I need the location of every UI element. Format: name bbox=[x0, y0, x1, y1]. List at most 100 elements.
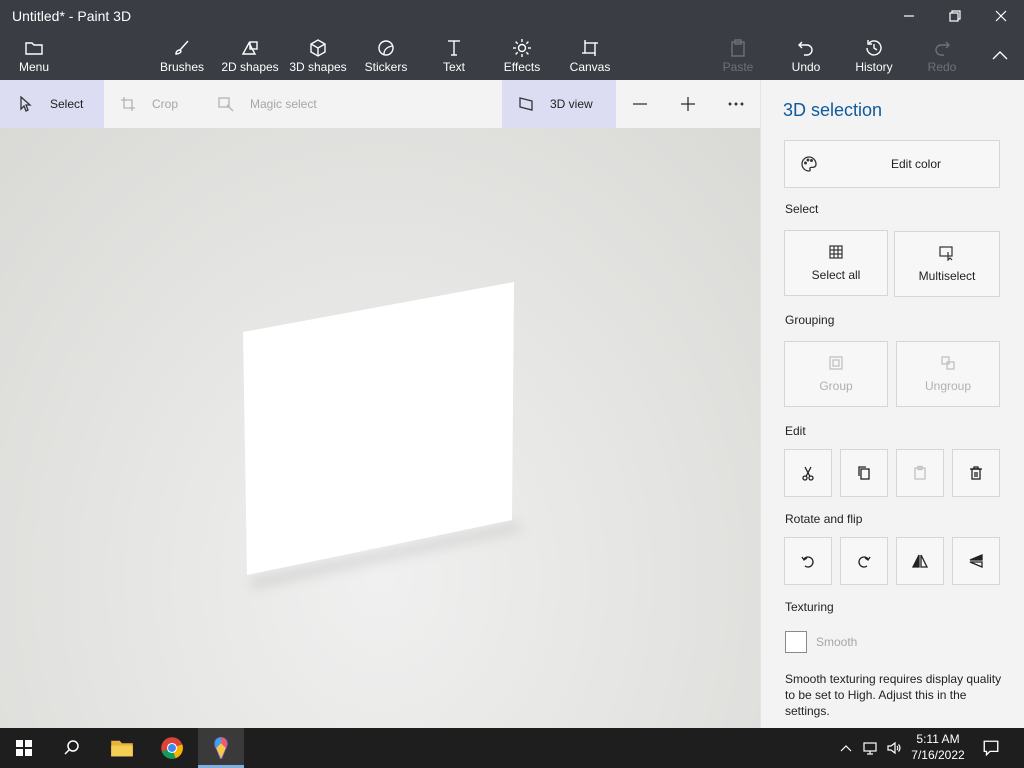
start-button[interactable] bbox=[0, 728, 48, 768]
effects-button[interactable]: Effects bbox=[500, 32, 544, 80]
edit-color-label: Edit color bbox=[890, 157, 942, 171]
toolbar: Select Crop Magic select 3D view bbox=[0, 80, 760, 128]
close-icon bbox=[995, 10, 1007, 22]
2d-shapes-button[interactable]: 2D shapes bbox=[220, 32, 280, 80]
menu-label: Menu bbox=[18, 60, 50, 74]
window-title: Untitled* - Paint 3D bbox=[12, 8, 132, 24]
scissors-icon bbox=[802, 466, 814, 481]
notification-icon bbox=[983, 740, 999, 757]
canvas-area[interactable] bbox=[0, 128, 760, 728]
rotate-flip-section-label: Rotate and flip bbox=[785, 512, 863, 526]
grouping-section-label: Grouping bbox=[785, 313, 835, 327]
network-icon bbox=[863, 742, 877, 755]
3d-view-toggle[interactable]: 3D view bbox=[502, 80, 616, 128]
flip-horizontal-button[interactable] bbox=[896, 537, 944, 585]
select-all-button[interactable]: Select all bbox=[784, 230, 888, 296]
trash-icon bbox=[970, 466, 982, 480]
magic-select-tool[interactable]: Magic select bbox=[200, 80, 340, 128]
flip-vertical-button[interactable] bbox=[952, 537, 1000, 585]
copy-icon bbox=[858, 466, 870, 480]
ungroup-label: Ungroup bbox=[924, 379, 972, 393]
text-label: Text bbox=[442, 60, 465, 74]
rotate-right-button[interactable] bbox=[840, 537, 888, 585]
cut-button[interactable] bbox=[784, 449, 832, 497]
taskbar-clock[interactable]: 5:11 AM 7/16/2022 bbox=[906, 731, 970, 763]
2d-shapes-icon bbox=[241, 41, 258, 55]
history-label: History bbox=[855, 60, 893, 74]
group-label: Group bbox=[819, 379, 853, 393]
rotate-left-button[interactable] bbox=[784, 537, 832, 585]
effects-label: Effects bbox=[503, 60, 541, 74]
smooth-texturing-note: Smooth texturing requires display qualit… bbox=[785, 672, 1002, 718]
smooth-label: Smooth bbox=[816, 635, 858, 649]
smooth-checkbox-row[interactable]: Smooth bbox=[785, 631, 857, 653]
paste-button[interactable]: Paste bbox=[716, 32, 760, 80]
edit-color-button[interactable]: Edit color bbox=[784, 140, 1000, 188]
zoom-in-button[interactable] bbox=[664, 80, 712, 128]
magic-select-label: Magic select bbox=[250, 97, 317, 111]
restore-button[interactable] bbox=[932, 0, 978, 32]
close-button[interactable] bbox=[978, 0, 1024, 32]
flip-vertical-icon bbox=[969, 554, 983, 568]
cursor-icon bbox=[20, 96, 32, 112]
3d-shapes-button[interactable]: 3D shapes bbox=[288, 32, 348, 80]
paste-icon bbox=[914, 465, 926, 480]
search-button[interactable] bbox=[48, 728, 96, 768]
action-center-button[interactable] bbox=[982, 728, 1000, 768]
texturing-section-label: Texturing bbox=[785, 600, 834, 614]
3d-plane-object[interactable] bbox=[0, 128, 760, 728]
select-tool[interactable]: Select bbox=[0, 80, 104, 128]
clock-time: 5:11 AM bbox=[916, 732, 960, 746]
paste-panel-button[interactable] bbox=[896, 449, 944, 497]
text-icon bbox=[448, 40, 460, 56]
canvas-button[interactable]: Canvas bbox=[566, 32, 614, 80]
history-icon bbox=[866, 40, 882, 56]
delete-button[interactable] bbox=[952, 449, 1000, 497]
network-tray-button[interactable] bbox=[862, 728, 878, 768]
group-button[interactable]: Group bbox=[784, 341, 888, 407]
brush-icon bbox=[175, 40, 189, 55]
stickers-button[interactable]: Stickers bbox=[362, 32, 410, 80]
crop-icon bbox=[121, 97, 135, 111]
panel-title: 3D selection bbox=[783, 100, 883, 120]
chrome-icon bbox=[161, 737, 183, 759]
menu-button[interactable]: Menu bbox=[10, 32, 58, 80]
search-icon bbox=[64, 740, 79, 755]
chrome-taskbar-button[interactable] bbox=[148, 728, 196, 768]
crop-tool[interactable]: Crop bbox=[104, 80, 200, 128]
more-options-button[interactable] bbox=[712, 80, 760, 128]
paint3d-icon bbox=[214, 737, 228, 759]
brushes-label: Brushes bbox=[159, 60, 205, 74]
multiselect-button[interactable]: Multiselect bbox=[894, 231, 1000, 297]
edit-section-label: Edit bbox=[785, 424, 806, 438]
rotate-left-icon bbox=[801, 556, 814, 568]
smooth-checkbox[interactable] bbox=[785, 631, 807, 653]
flip-horizontal-icon bbox=[912, 554, 928, 568]
file-explorer-taskbar-button[interactable] bbox=[98, 728, 146, 768]
stickers-label: Stickers bbox=[364, 60, 408, 74]
zoom-out-button[interactable] bbox=[616, 80, 664, 128]
brushes-button[interactable]: Brushes bbox=[156, 32, 208, 80]
copy-button[interactable] bbox=[840, 449, 888, 497]
redo-icon bbox=[935, 41, 950, 56]
ribbon: Menu Brushes 2D shapes 3D shapes Sticker… bbox=[0, 32, 1024, 80]
select-all-label: Select all bbox=[811, 268, 861, 282]
minimize-button[interactable] bbox=[886, 0, 932, 32]
volume-tray-button[interactable] bbox=[886, 728, 902, 768]
collapse-ribbon-button[interactable] bbox=[980, 32, 1020, 80]
history-button[interactable]: History bbox=[850, 32, 898, 80]
chevron-up-icon bbox=[992, 51, 1008, 60]
chevron-up-icon bbox=[840, 745, 852, 752]
redo-button[interactable]: Redo bbox=[920, 32, 964, 80]
ungroup-button[interactable]: Ungroup bbox=[896, 341, 1000, 407]
select-all-icon bbox=[829, 245, 843, 259]
undo-button[interactable]: Undo bbox=[784, 32, 828, 80]
3d-view-label: 3D view bbox=[550, 97, 593, 111]
text-button[interactable]: Text bbox=[432, 32, 476, 80]
crop-tool-label: Crop bbox=[152, 97, 179, 111]
show-hidden-icons-button[interactable] bbox=[838, 728, 854, 768]
canvas-icon bbox=[582, 40, 598, 56]
paint3d-taskbar-button[interactable] bbox=[198, 728, 244, 768]
multiselect-label: Multiselect bbox=[918, 269, 976, 283]
magic-select-icon bbox=[218, 97, 234, 112]
